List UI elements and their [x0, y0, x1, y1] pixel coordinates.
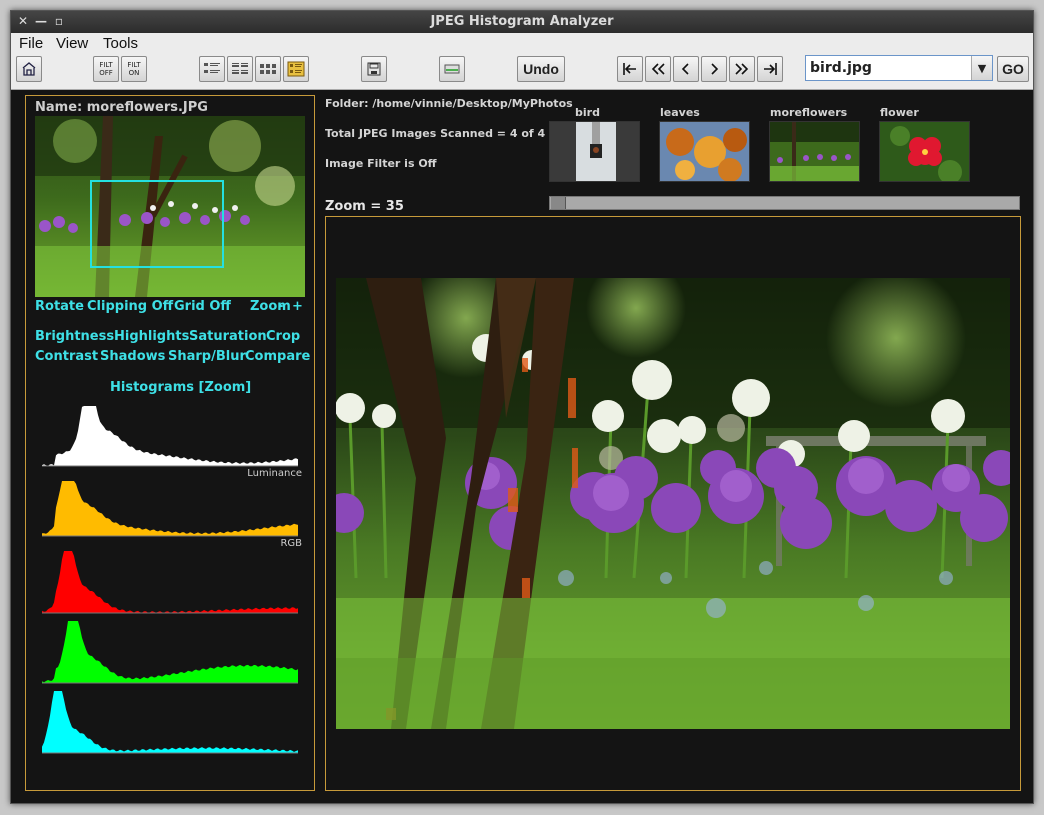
highlights-link[interactable]: Highlights [114, 329, 189, 344]
layout-c-icon [260, 64, 276, 74]
saturation-link[interactable]: Saturation [189, 329, 267, 344]
preview-thumbnail[interactable] [35, 116, 305, 297]
zoom-value-label: Zoom = 35 [325, 199, 404, 214]
scanner-icon [444, 64, 460, 74]
next-icon [711, 63, 719, 75]
home-icon [22, 62, 36, 76]
zoom-region-box[interactable] [90, 180, 224, 268]
home-button[interactable] [16, 56, 42, 82]
filter-on-button[interactable]: FILT ON [121, 56, 147, 82]
toolbar: FILT OFF FILT ON Undo bird.jpg ▼ GO [11, 53, 1033, 90]
histogram-label-1: RGB [280, 538, 302, 549]
undo-button[interactable]: Undo [517, 56, 565, 82]
compare-link[interactable]: Compare [245, 349, 310, 364]
save-button[interactable] [361, 56, 387, 82]
menu-bar: File View Tools [11, 33, 1033, 53]
image-viewer [325, 216, 1021, 791]
crop-link[interactable]: Crop [266, 329, 300, 344]
first-image-button[interactable] [617, 56, 643, 82]
file-select[interactable]: bird.jpg ▼ [805, 55, 993, 81]
scanner-button[interactable] [439, 56, 465, 82]
go-button[interactable]: GO [997, 56, 1029, 82]
menu-file[interactable]: File [19, 35, 43, 52]
layout-d-button[interactable] [283, 56, 309, 82]
thumb-caption-flower: flower [880, 106, 919, 119]
next-button[interactable] [701, 56, 727, 82]
prev-button[interactable] [673, 56, 699, 82]
thumb-caption-leaves: leaves [660, 106, 700, 119]
next-fast-button[interactable] [729, 56, 755, 82]
histogram-0 [42, 406, 298, 466]
image-name: Name: moreflowers.JPG [35, 100, 208, 115]
prev-fast-button[interactable] [645, 56, 671, 82]
title-bar: ✕ — ▫ JPEG Histogram Analyzer [11, 11, 1033, 33]
zoom-in-link[interactable]: + [292, 299, 303, 314]
layout-b-icon [232, 63, 248, 74]
histogram-1 [42, 481, 298, 536]
filter-off-button[interactable]: FILT OFF [93, 56, 119, 82]
left-panel: Name: moreflowers.JPG Rotate Clipping Of… [25, 95, 315, 791]
thumb-bird[interactable] [549, 121, 640, 182]
histogram-label-0: Luminance [247, 468, 302, 479]
next-fast-icon [735, 63, 749, 75]
histograms-area: Luminance RGB [42, 406, 302, 754]
grid-link[interactable]: Grid Off [174, 299, 231, 314]
layout-d-icon [287, 61, 305, 77]
save-icon [367, 62, 381, 76]
layout-a-icon [204, 63, 220, 73]
file-select-value: bird.jpg [810, 60, 872, 76]
shadows-link[interactable]: Shadows [100, 349, 165, 364]
menu-view[interactable]: View [56, 35, 88, 52]
layout-b-button[interactable] [227, 56, 253, 82]
filter-status: Image Filter is Off [325, 157, 437, 170]
last-image-button[interactable] [757, 56, 783, 82]
histogram-3 [42, 621, 298, 683]
histogram-4 [42, 691, 298, 753]
sharp-blur-link[interactable]: Sharp/Blur [168, 349, 246, 364]
thumb-leaves[interactable] [659, 121, 750, 182]
chevron-down-icon[interactable]: ▼ [971, 56, 992, 80]
app-window: ✕ — ▫ JPEG Histogram Analyzer File View … [10, 10, 1034, 804]
thumb-flower[interactable] [879, 121, 970, 182]
first-icon [623, 63, 636, 75]
menu-tools[interactable]: Tools [103, 35, 138, 52]
contrast-link[interactable]: Contrast [35, 349, 98, 364]
filter-off-icon: FILT OFF [99, 61, 113, 77]
zoom-slider[interactable] [549, 196, 1020, 210]
prev-icon [681, 63, 689, 75]
scan-count: Total JPEG Images Scanned = 4 of 4 [325, 127, 546, 140]
histogram-2 [42, 551, 298, 613]
brightness-link[interactable]: Brightness [35, 329, 114, 344]
prev-fast-icon [651, 63, 665, 75]
main-image[interactable] [336, 278, 1010, 729]
zoom-out-link[interactable]: - [278, 299, 283, 314]
last-icon [764, 63, 777, 75]
thumb-caption-bird: bird [575, 106, 600, 119]
thumb-caption-moreflowers: moreflowers [770, 106, 848, 119]
clipping-link[interactable]: Clipping Off [87, 299, 173, 314]
zoom-label: Zoom [250, 299, 291, 314]
rotate-link[interactable]: Rotate [35, 299, 84, 314]
layout-a-button[interactable] [199, 56, 225, 82]
window-title: JPEG Histogram Analyzer [430, 14, 614, 29]
thumb-moreflowers[interactable] [769, 121, 860, 182]
folder-path: Folder: /home/vinnie/Desktop/MyPhotos [325, 97, 573, 110]
zoom-slider-knob[interactable] [551, 197, 566, 209]
layout-c-button[interactable] [255, 56, 281, 82]
filter-on-icon: FILT ON [127, 61, 141, 77]
main-photo [336, 278, 1010, 729]
